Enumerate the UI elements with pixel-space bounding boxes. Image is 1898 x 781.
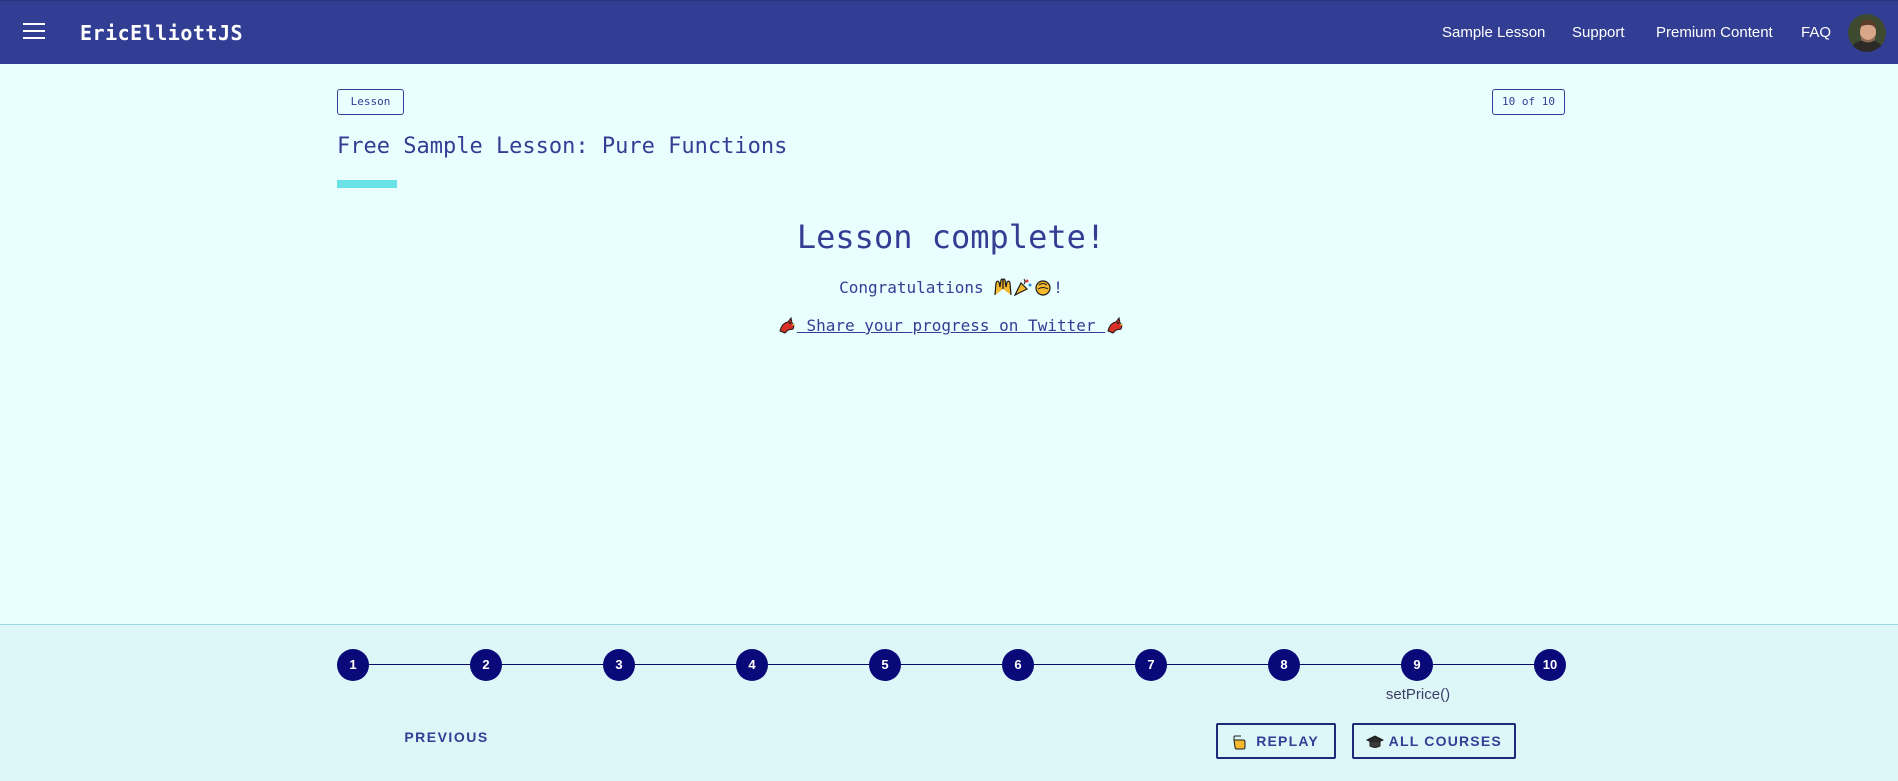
brand-logo[interactable]: EricElliottJS <box>80 21 243 45</box>
step-5[interactable]: 5 <box>869 649 901 681</box>
all-courses-button[interactable]: ALL COURSES <box>1352 723 1516 759</box>
congratulations-suffix: ! <box>1053 278 1063 297</box>
step-8[interactable]: 8 <box>1268 649 1300 681</box>
nav-faq[interactable]: FAQ <box>1801 24 1831 41</box>
replay-label: REPLAY <box>1256 733 1319 749</box>
title-underline <box>337 180 397 188</box>
steps-connector <box>352 664 1550 665</box>
congratulations-text: Congratulations ! <box>0 277 1898 301</box>
cardinal-bird-icon <box>777 315 797 339</box>
cardinal-bird-icon <box>1105 315 1125 339</box>
top-app-bar: EricElliottJS Sample Lesson Support Prem… <box>0 0 1898 64</box>
share-twitter-link[interactable]: Share your progress on Twitter <box>777 316 1125 335</box>
lesson-complete-heading: Lesson complete! <box>796 218 1106 256</box>
step-label: setPrice() <box>1385 686 1451 703</box>
step-7[interactable]: 7 <box>1135 649 1167 681</box>
party-popper-icon <box>1013 277 1033 301</box>
avatar[interactable] <box>1848 14 1886 52</box>
step-6[interactable]: 6 <box>1002 649 1034 681</box>
share-text: Share your progress on Twitter <box>806 316 1096 335</box>
backhand-pointing-icon <box>1233 729 1251 761</box>
lesson-title: Free Sample Lesson: Pure Functions <box>337 134 788 159</box>
step-10[interactable]: 10 <box>1534 649 1566 681</box>
lesson-type-badge: Lesson <box>337 89 404 115</box>
step-9[interactable]: 9 <box>1401 649 1433 681</box>
share-line: Share your progress on Twitter <box>0 315 1898 339</box>
step-1[interactable]: 1 <box>337 649 369 681</box>
lesson-footer <box>0 624 1898 781</box>
step-4[interactable]: 4 <box>736 649 768 681</box>
menu-icon[interactable] <box>23 23 45 41</box>
clapping-hands-icon <box>1033 277 1053 301</box>
nav-sample-lesson[interactable]: Sample Lesson <box>1442 24 1545 41</box>
raising-hands-icon <box>993 277 1013 301</box>
lesson-progress-badge: 10 of 10 <box>1492 89 1565 115</box>
step-2[interactable]: 2 <box>470 649 502 681</box>
nav-support[interactable]: Support <box>1572 24 1625 41</box>
graduation-cap-icon <box>1365 729 1385 761</box>
step-3[interactable]: 3 <box>603 649 635 681</box>
nav-premium-content[interactable]: Premium Content <box>1656 24 1773 41</box>
replay-button[interactable]: REPLAY <box>1216 723 1336 759</box>
congratulations-label: Congratulations <box>839 278 984 297</box>
all-courses-label: ALL COURSES <box>1388 733 1502 749</box>
previous-button[interactable]: PREVIOUS <box>394 729 499 745</box>
